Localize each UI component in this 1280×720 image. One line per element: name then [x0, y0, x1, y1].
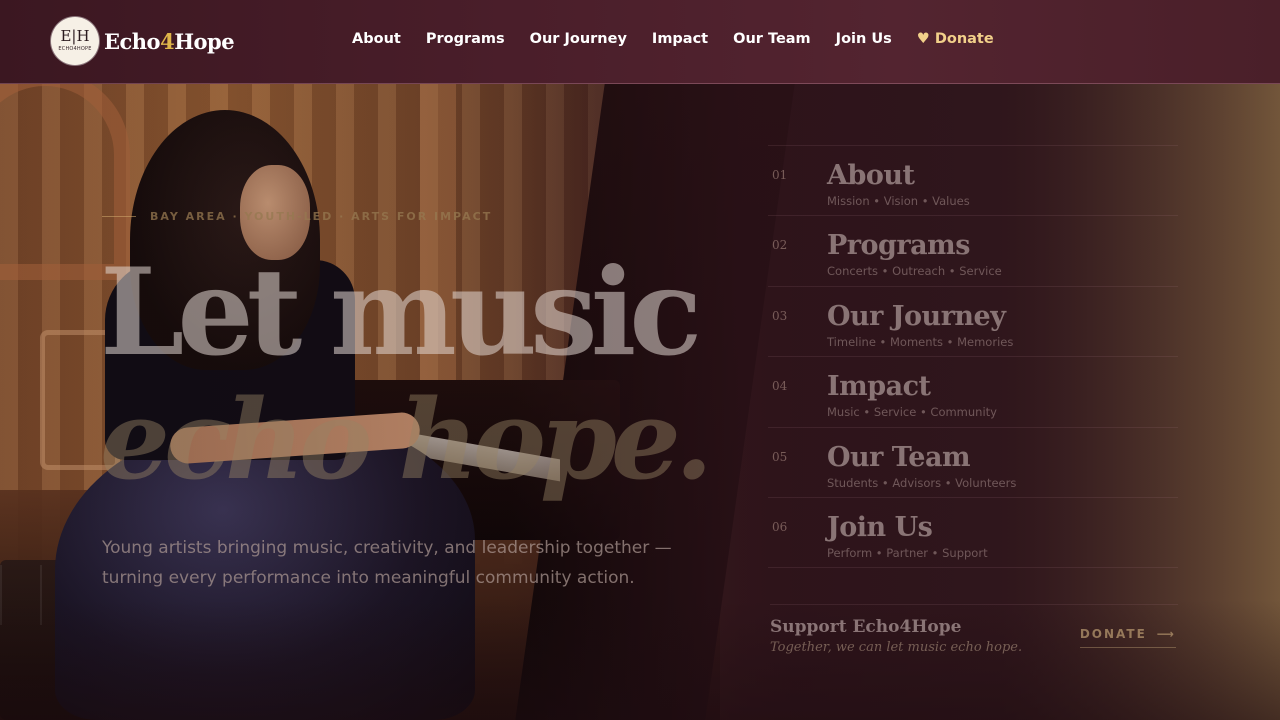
menu-divider — [768, 567, 1178, 569]
menu-item-number: 01 — [772, 168, 788, 182]
headline-line-1: Let music — [100, 242, 702, 383]
menu-item-title: Impact — [827, 371, 931, 403]
support-block: Support Echo4Hope Together, we can let m… — [770, 604, 1178, 664]
arrow-right-icon: ⟶ — [1156, 627, 1176, 641]
logo-badge: E|H ECHO4HOPE — [51, 17, 99, 65]
nav-join-us[interactable]: Join Us — [836, 31, 892, 47]
donate-cta-link[interactable]: DONATE ⟶ — [1079, 627, 1176, 648]
support-tagline: Together, we can let music echo hope. — [770, 640, 1023, 655]
menu-item-subtitle: Timeline • Moments • Memories — [827, 334, 1014, 349]
eyebrow-rule — [102, 216, 136, 217]
menu-item-title: Our Journey — [827, 300, 1006, 332]
logo-small-text: ECHO4HOPE — [58, 46, 92, 52]
menu-item-impact[interactable]: 04 Impact Music • Service • Community — [768, 356, 1178, 426]
menu-item-subtitle: Perform • Partner • Support — [827, 545, 988, 560]
brand-name-part2: Hope — [174, 28, 235, 54]
hero-eyebrow: BAY AREA · YOUTH-LED · ARTS FOR IMPACT — [102, 210, 492, 223]
nav-programs[interactable]: Programs — [426, 31, 505, 47]
nav-our-journey[interactable]: Our Journey — [530, 31, 627, 47]
menu-item-subtitle: Concerts • Outreach • Service — [827, 264, 1002, 279]
donate-cta-label: DONATE — [1079, 627, 1147, 641]
support-title: Support Echo4Hope — [770, 617, 962, 637]
menu-item-title: Programs — [827, 230, 970, 262]
menu-item-subtitle: Students • Advisors • Volunteers — [827, 475, 1017, 490]
menu-item-join-us[interactable]: 06 Join Us Perform • Partner • Support — [768, 496, 1178, 567]
brand-name-part1: Echo — [104, 28, 161, 54]
menu-item-title: About — [827, 160, 915, 191]
menu-item-about[interactable]: 01 About Mission • Vision • Values — [768, 145, 1178, 215]
menu-item-number: 03 — [772, 308, 788, 323]
overlay-menu: 01 About Mission • Vision • Values 02 Pr… — [768, 145, 1178, 569]
menu-item-subtitle: Music • Service • Community — [827, 405, 997, 420]
eyebrow-text: BAY AREA · YOUTH-LED · ARTS FOR IMPACT — [150, 210, 493, 223]
menu-item-title: Join Us — [827, 511, 933, 543]
nav-impact[interactable]: Impact — [652, 31, 708, 47]
menu-item-number: 02 — [772, 238, 788, 253]
menu-item-number: 06 — [772, 519, 788, 534]
hero-headline: Let music echo hope. — [100, 242, 713, 504]
menu-item-number: 04 — [772, 379, 788, 394]
logo-mark: E|H — [60, 27, 90, 45]
brand-name: Echo4Hope — [104, 28, 235, 54]
menu-item-programs[interactable]: 02 Programs Concerts • Outreach • Servic… — [768, 215, 1178, 285]
hero-subcopy: Young artists bringing music, creativity… — [102, 538, 672, 588]
brand-name-accent: 4 — [160, 28, 175, 54]
menu-item-our-journey[interactable]: 03 Our Journey Timeline • Moments • Memo… — [768, 285, 1178, 356]
nav-about[interactable]: About — [352, 31, 401, 47]
headline-line-2: echo hope. — [100, 375, 713, 504]
menu-item-title: Our Team — [827, 441, 971, 473]
brand-home-link[interactable]: E|H ECHO4HOPE Echo4Hope — [51, 17, 235, 65]
menu-item-subtitle: Mission • Vision • Values — [827, 194, 970, 208]
nav-donate[interactable]: ♥ Donate — [917, 31, 994, 47]
menu-item-number: 05 — [772, 449, 788, 464]
nav-our-team[interactable]: Our Team — [733, 31, 811, 47]
site-header: E|H ECHO4HOPE Echo4Hope About Programs O… — [0, 0, 1280, 84]
main-nav: About Programs Our Journey Impact Our Te… — [352, 31, 994, 47]
menu-item-our-team[interactable]: 05 Our Team Students • Advisors • Volunt… — [768, 426, 1178, 497]
